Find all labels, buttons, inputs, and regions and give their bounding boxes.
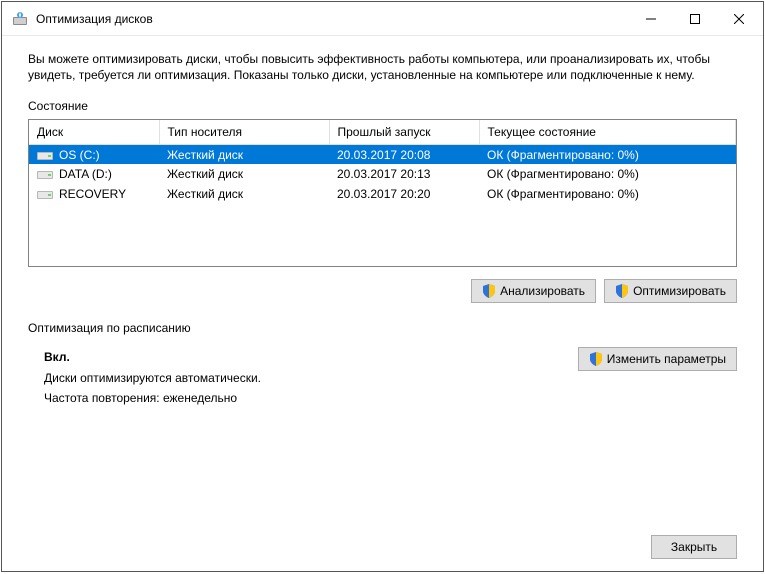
minimize-button[interactable] [629,4,673,34]
col-last-run[interactable]: Прошлый запуск [329,120,479,144]
close-dialog-button[interactable]: Закрыть [651,535,737,559]
analyze-button[interactable]: Анализировать [471,279,596,303]
drive-name: OS (C:) [59,148,100,162]
maximize-icon [690,14,700,24]
schedule-line2: Частота повторения: еженедельно [44,388,261,408]
change-settings-button[interactable]: Изменить параметры [578,347,737,371]
table-row[interactable]: RECOVERY Жесткий диск20.03.2017 20:20ОК (… [29,184,736,204]
drive-media: Жесткий диск [159,184,329,204]
drive-name: RECOVERY [59,187,126,201]
table-row[interactable]: DATA (D:) Жесткий диск20.03.2017 20:13ОК … [29,164,736,184]
app-icon [12,11,28,27]
shield-icon [482,284,496,298]
content-area: Вы можете оптимизировать диски, чтобы по… [2,36,763,571]
intro-text: Вы можете оптимизировать диски, чтобы по… [28,51,737,83]
drive-icon [37,188,53,200]
schedule-state: Вкл. [44,347,261,367]
status-section-label: Состояние [28,99,737,113]
drive-icon [37,149,53,161]
col-disk[interactable]: Диск [29,120,159,144]
drive-current: ОК (Фрагментировано: 0%) [479,144,736,164]
drive-media: Жесткий диск [159,144,329,164]
shield-icon [589,352,603,366]
drive-last-run: 20.03.2017 20:20 [329,184,479,204]
schedule-section-label: Оптимизация по расписанию [28,321,737,335]
optimize-label: Оптимизировать [633,284,726,298]
table-header-row: Диск Тип носителя Прошлый запуск Текущее… [29,120,736,144]
table-row[interactable]: OS (C:) Жесткий диск20.03.2017 20:08ОК (Ф… [29,144,736,164]
titlebar: Оптимизация дисков [2,2,763,36]
drive-name: DATA (D:) [59,167,112,181]
drives-table-container: Диск Тип носителя Прошлый запуск Текущее… [28,119,737,267]
drive-media: Жесткий диск [159,164,329,184]
window-title: Оптимизация дисков [36,12,629,26]
optimize-button[interactable]: Оптимизировать [604,279,737,303]
minimize-icon [646,14,656,24]
col-media[interactable]: Тип носителя [159,120,329,144]
drives-table: Диск Тип носителя Прошлый запуск Текущее… [29,120,736,204]
schedule-block: Вкл. Диски оптимизируются автоматически.… [28,341,737,408]
shield-icon [615,284,629,298]
analyze-label: Анализировать [500,284,585,298]
footer: Закрыть [28,523,737,559]
change-settings-label: Изменить параметры [607,352,726,366]
close-label: Закрыть [671,540,717,554]
drive-current: ОК (Фрагментировано: 0%) [479,184,736,204]
close-icon [734,14,744,24]
schedule-line1: Диски оптимизируются автоматически. [44,368,261,388]
drive-current: ОК (Фрагментировано: 0%) [479,164,736,184]
close-button[interactable] [717,4,761,34]
drive-last-run: 20.03.2017 20:08 [329,144,479,164]
drive-icon [37,168,53,180]
maximize-button[interactable] [673,4,717,34]
window: Оптимизация дисков Вы можете оптимизиров… [1,1,764,572]
action-buttons: Анализировать Оптимизировать [28,279,737,303]
drive-last-run: 20.03.2017 20:13 [329,164,479,184]
col-current[interactable]: Текущее состояние [479,120,736,144]
schedule-info: Вкл. Диски оптимизируются автоматически.… [28,341,261,408]
window-controls [629,4,761,34]
